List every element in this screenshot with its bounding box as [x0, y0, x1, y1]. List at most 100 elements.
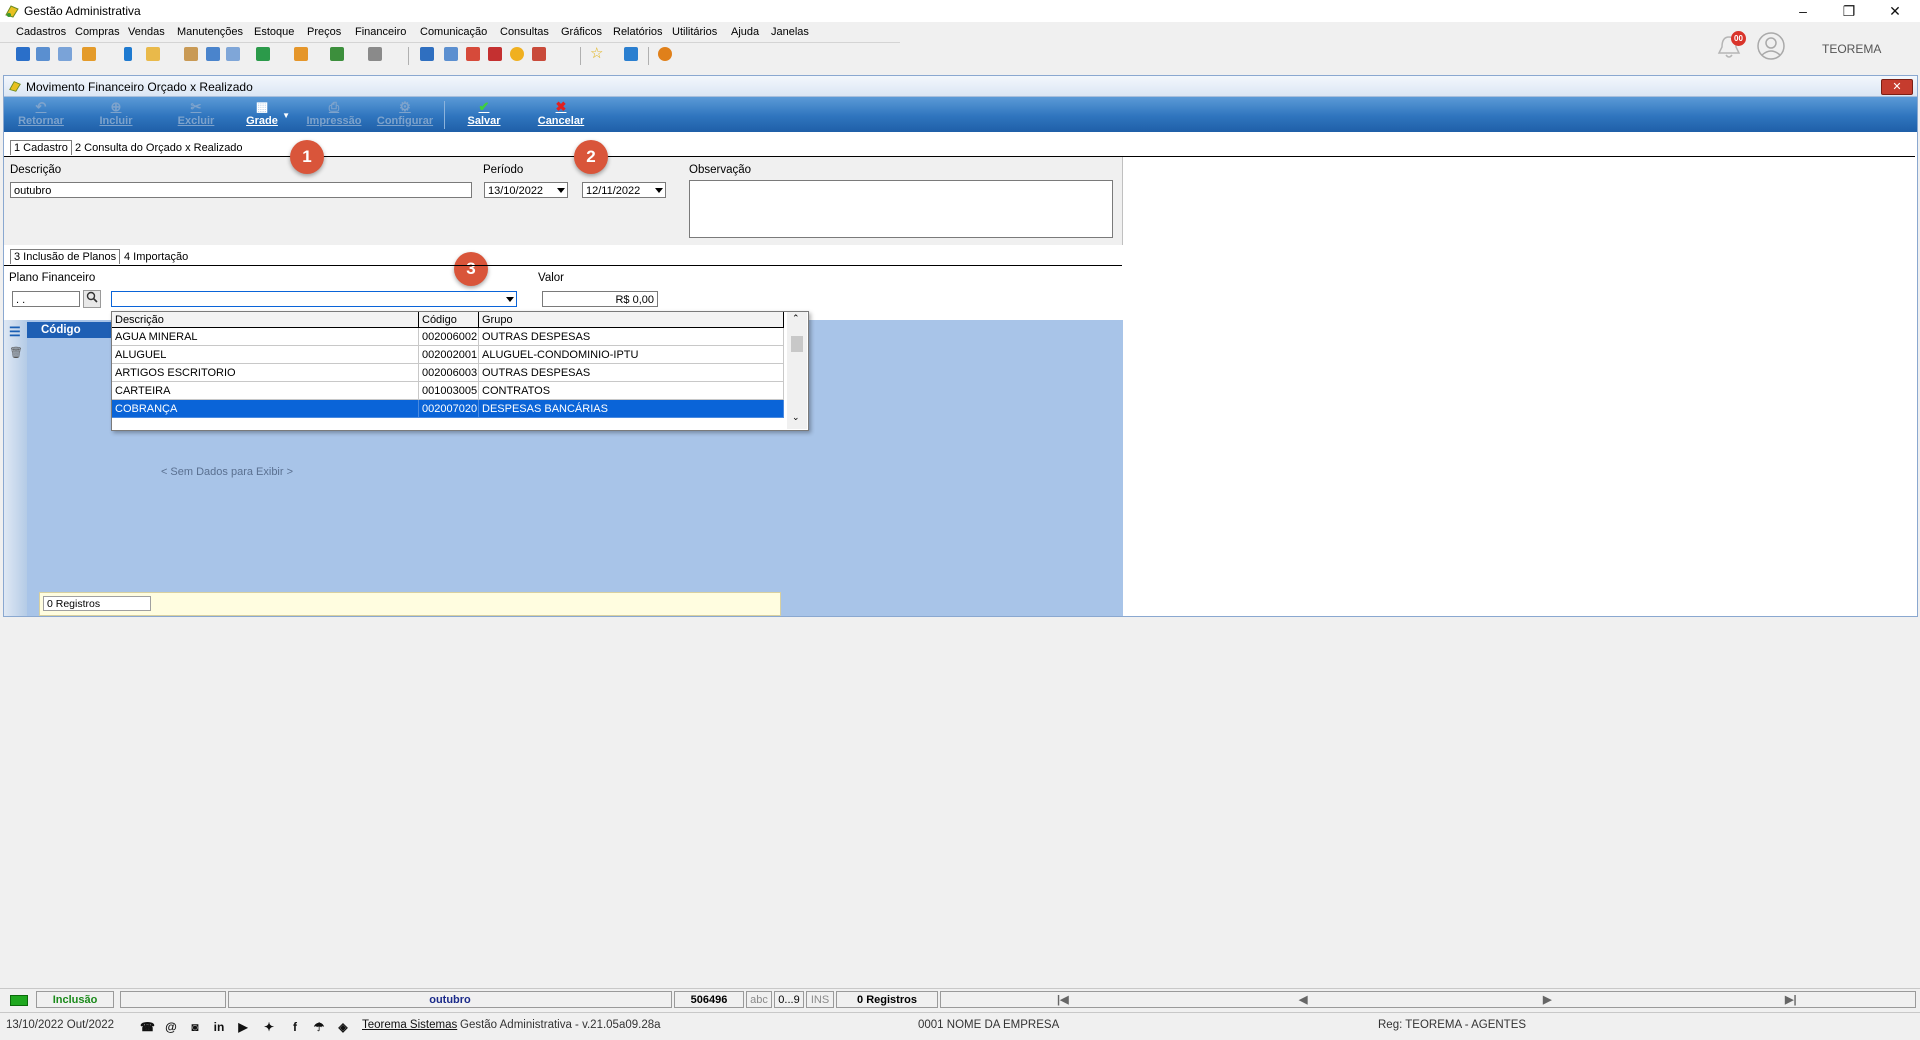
menu-manutencoes[interactable]: Manutenções	[177, 26, 243, 38]
scroll-down-icon[interactable]: ⌄	[792, 412, 800, 423]
twitter-icon[interactable]: ✦	[262, 1020, 276, 1034]
valor-label: Valor	[538, 272, 564, 284]
retornar-label: Retornar	[18, 115, 64, 127]
cancelar-button[interactable]: ✖ Cancelar	[534, 99, 588, 131]
grid-column-header-codigo[interactable]: Código	[27, 322, 111, 338]
dropdown-row[interactable]: ARTIGOS ESCRITORIO 002006003 OUTRAS DESPES…	[112, 364, 784, 382]
window-title: Gestão Administrativa	[24, 4, 141, 18]
dropdown-scrollbar[interactable]: ⌃ ⌄	[787, 312, 807, 429]
salvar-button[interactable]: ✔ Salvar	[462, 99, 506, 131]
star-icon[interactable]: ☆	[590, 46, 604, 61]
package-icon[interactable]	[294, 47, 308, 61]
teorema-link[interactable]: Teorema Sistemas	[362, 1019, 457, 1031]
row-grupo: OUTRAS DESPESAS	[479, 328, 784, 346]
calculator-icon[interactable]	[444, 47, 458, 61]
dropdown-header-descricao[interactable]: Descrição	[112, 312, 419, 328]
dropdown-header-codigo[interactable]: Código	[419, 312, 479, 328]
next-record-icon[interactable]: ▶	[1543, 992, 1551, 1009]
previous-record-icon[interactable]: ◀	[1299, 992, 1307, 1009]
agenda-icon[interactable]	[466, 47, 480, 61]
menu-vendas[interactable]: Vendas	[128, 26, 165, 38]
user-icon[interactable]	[184, 47, 198, 61]
instagram-icon[interactable]: ◙	[188, 1020, 202, 1034]
row-grupo: DESPESAS BANCÁRIAS	[479, 400, 784, 418]
menu-comunicacao[interactable]: Comunicação	[420, 26, 487, 38]
phone-icon[interactable]	[124, 47, 132, 61]
list-icon[interactable]	[82, 47, 96, 61]
row-descricao: ALUGUEL	[112, 346, 419, 364]
plano-code-input[interactable]: . .	[12, 291, 80, 307]
scroll-thumb[interactable]	[791, 336, 803, 352]
email-icon[interactable]: @	[164, 1020, 178, 1034]
dropdown-header-grupo[interactable]: Grupo	[479, 312, 784, 328]
tab-cadastro[interactable]: 1 Cadastro	[10, 140, 72, 155]
menu-compras[interactable]: Compras	[75, 26, 120, 38]
menu-ajuda[interactable]: Ajuda	[731, 26, 759, 38]
info-icon[interactable]	[624, 47, 638, 61]
chevron-down-icon[interactable]	[557, 188, 565, 193]
last-record-icon[interactable]: ▶|	[1785, 992, 1797, 1009]
minimize-button[interactable]: –	[1780, 0, 1826, 22]
dropdown-row[interactable]: CARTEIRA 001003005 CONTRATOS	[112, 382, 784, 400]
chevron-down-icon[interactable]: ▼	[282, 111, 290, 120]
menu-consultas[interactable]: Consultas	[500, 26, 549, 38]
box-icon[interactable]	[146, 47, 160, 61]
printer-icon[interactable]	[368, 47, 382, 61]
menu-cadastros[interactable]: Cadastros	[16, 26, 66, 38]
action-ribbon: ↶ Retornar ⊕ Incluir ✂ Excluir ▦ Grade ▼ ⎙ Imp…	[4, 97, 1917, 132]
clock-icon[interactable]	[510, 47, 524, 61]
search-icon	[86, 291, 98, 303]
plano-financeiro-label: Plano Financeiro	[9, 272, 96, 284]
dropdown-row[interactable]: AGUA MINERAL 002006002 OUTRAS DESPESAS	[112, 328, 784, 346]
calendar-icon[interactable]	[420, 47, 434, 61]
chevron-down-icon[interactable]	[506, 297, 514, 302]
menu-financeiro[interactable]: Financeiro	[355, 26, 406, 38]
youtube-icon[interactable]: ▶	[236, 1020, 250, 1034]
cart-icon[interactable]	[256, 47, 270, 61]
tab-inclusao-planos[interactable]: 3 Inclusão de Planos	[10, 249, 121, 264]
menu-relatorios[interactable]: Relatórios	[613, 26, 663, 38]
card-icon[interactable]	[58, 47, 72, 61]
periodo-fim-date[interactable]: 12/11/2022	[582, 182, 666, 198]
valor-input[interactable]: R$ 0,00	[542, 291, 658, 307]
document-icon[interactable]	[206, 47, 220, 61]
tab-importacao[interactable]: 4 Importação	[121, 250, 191, 264]
tab-consulta[interactable]: 2 Consulta do Orçado x Realizado	[72, 141, 246, 155]
plano-combo[interactable]	[111, 291, 517, 307]
first-record-icon[interactable]: |◀	[1057, 992, 1069, 1009]
periodo-inicio-date[interactable]: 13/10/2022	[484, 182, 568, 198]
truck-icon[interactable]	[330, 47, 344, 61]
restore-button[interactable]: ❐	[1826, 0, 1872, 22]
menu-janelas[interactable]: Janelas	[771, 26, 809, 38]
close-button[interactable]: ✕	[1872, 0, 1918, 22]
grid-icon[interactable]	[226, 47, 240, 61]
search-button[interactable]	[83, 290, 101, 308]
dropdown-row-selected[interactable]: COBRANÇA 002007020 DESPESAS BANCÁRIAS	[112, 400, 784, 418]
descricao-input[interactable]: outubro	[10, 182, 472, 198]
web-icon[interactable]: ☂	[312, 1020, 326, 1034]
list-icon[interactable]: ☰	[9, 324, 21, 340]
subtab-divider	[4, 265, 1122, 266]
facebook-icon[interactable]: f	[288, 1020, 302, 1034]
people-icon[interactable]	[36, 47, 50, 61]
scroll-up-icon[interactable]: ⌃	[792, 313, 800, 324]
grade-button[interactable]: ▦ Grade ▼	[240, 99, 290, 131]
step-badge-1: 1	[290, 140, 324, 174]
chevron-down-icon[interactable]	[655, 188, 663, 193]
report-icon[interactable]	[532, 47, 546, 61]
support-icon[interactable]: ☎	[140, 1020, 155, 1034]
menu-precos[interactable]: Preços	[307, 26, 341, 38]
dropdown-row[interactable]: ALUGUEL 002002001 ALUGUEL-CONDOMINIO-IPTU	[112, 346, 784, 364]
power-icon[interactable]	[658, 47, 672, 61]
menu-graficos[interactable]: Gráficos	[561, 26, 602, 38]
linkedin-icon[interactable]: in	[212, 1020, 226, 1034]
user-avatar-icon[interactable]	[1756, 31, 1786, 61]
menu-utilitarios[interactable]: Utilitários	[672, 26, 717, 38]
chart-icon[interactable]	[488, 47, 502, 61]
child-window-close-button[interactable]: ✕	[1881, 79, 1913, 95]
folder-icon[interactable]	[16, 47, 30, 61]
observacao-textarea[interactable]	[689, 180, 1113, 238]
trash-icon[interactable]: 🗑	[9, 346, 23, 359]
plano-dropdown-list[interactable]: Descrição Código Grupo AGUA MINERAL 00200…	[111, 311, 809, 431]
menu-estoque[interactable]: Estoque	[254, 26, 294, 38]
